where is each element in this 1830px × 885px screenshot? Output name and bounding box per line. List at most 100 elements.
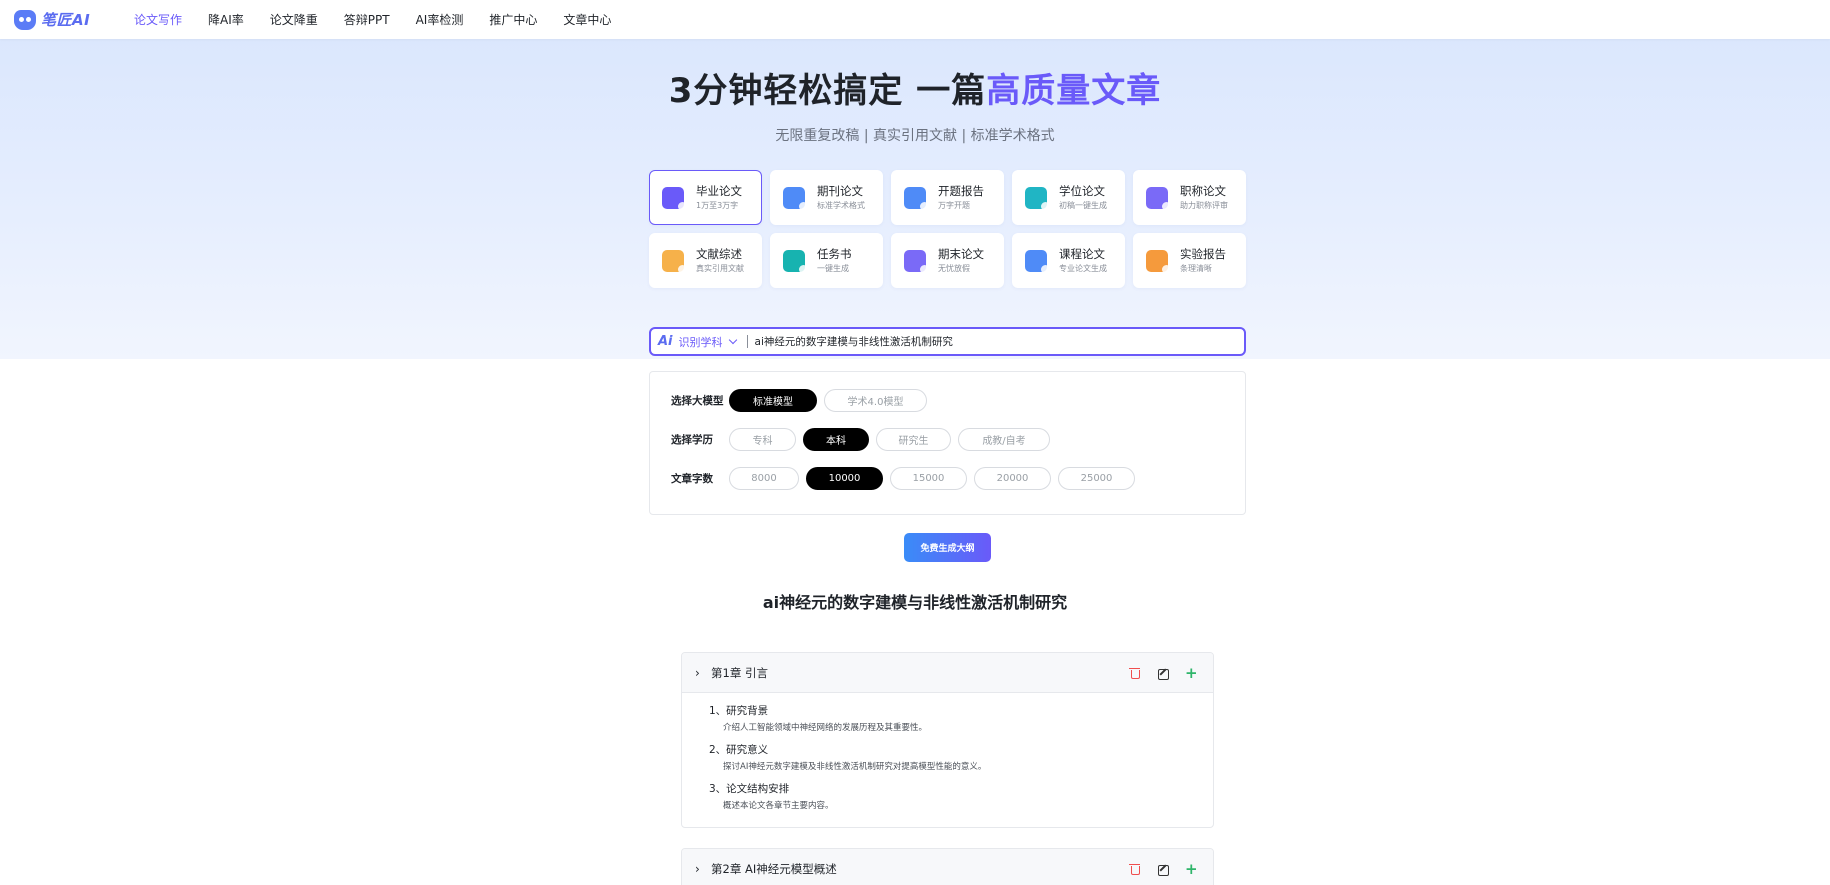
- word-count-label: 文章字数: [671, 473, 713, 485]
- paper-type-card[interactable]: 实验报告 条理清晰: [1133, 233, 1246, 288]
- hero-subtitle: 无限重复改稿 | 真实引用文献 | 标准学术格式: [775, 128, 1055, 144]
- word-count-pill-20000[interactable]: 20000: [974, 467, 1051, 490]
- section-title: 1、研究背景: [709, 705, 769, 717]
- paper-type-title: 开题报告: [938, 183, 984, 198]
- report-icon: [904, 186, 929, 211]
- education-pill-bachelor[interactable]: 本科: [803, 428, 869, 451]
- word-count-pill-15000[interactable]: 15000: [890, 467, 967, 490]
- robot-logo-icon: [14, 9, 36, 30]
- education-option-row: 选择学历 专科 本科 研究生 成教/自考: [671, 428, 1057, 451]
- chevron-down-icon[interactable]: [729, 338, 737, 346]
- lab-report-icon: [1146, 249, 1171, 274]
- section-title: 3、论文结构安排: [709, 783, 790, 795]
- word-count-pill-25000[interactable]: 25000: [1058, 467, 1135, 490]
- literature-icon: [662, 249, 687, 274]
- word-count-pill-8000[interactable]: 8000: [729, 467, 799, 490]
- model-label: 选择大模型: [671, 395, 724, 407]
- nav-item-plagiarism-reduction[interactable]: 论文降重: [270, 11, 318, 28]
- ai-badge-icon: Ai: [658, 334, 673, 349]
- paper-type-card[interactable]: 课程论文专业论文生成: [1012, 233, 1125, 288]
- education-pill-junior-college[interactable]: 专科: [729, 428, 796, 451]
- paper-type-card[interactable]: 期刊论文标准学术格式: [770, 170, 883, 225]
- paper-type-card[interactable]: 毕业论文 1万至3万字: [649, 170, 762, 225]
- chapter-title: 第2章 AI神经元模型概述: [711, 861, 837, 876]
- trash-icon[interactable]: [1129, 667, 1141, 679]
- main-nav: 论文写作 降AI率 论文降重 答辩PPT AI率检测 推广中心 文章中心: [134, 11, 637, 28]
- chapter-card: › 第2章 AI神经元模型概述 +: [681, 848, 1214, 885]
- chevron-right-icon[interactable]: ›: [695, 666, 705, 680]
- paper-type-title: 文献综述: [696, 246, 742, 261]
- paper-type-card[interactable]: 文献综述真实引用文献: [649, 233, 762, 288]
- paper-type-title: 任务书: [817, 246, 852, 261]
- paper-type-card[interactable]: 期末论文 无忧放假: [891, 233, 1004, 288]
- hero-title-main: 3分钟轻松搞定 一篇: [668, 71, 987, 111]
- topic-search-bar: Ai 识别学科: [649, 327, 1246, 356]
- section-desc: 概述本论文各章节主要内容。: [723, 801, 834, 811]
- top-nav-bar: 笔匠AI 论文写作 降AI率 论文降重 答辩PPT AI率检测 推广中心 文章中…: [0, 0, 1830, 39]
- nav-item-promotion-center[interactable]: 推广中心: [489, 11, 537, 28]
- model-pill-academic[interactable]: 学术4.0模型: [824, 389, 927, 412]
- chapter-title: 第1章 引言: [711, 665, 768, 680]
- nav-item-defense-ppt[interactable]: 答辩PPT: [344, 11, 390, 28]
- paper-type-title: 学位论文: [1059, 183, 1105, 198]
- generation-options-panel: 选择大模型 标准模型 学术4.0模型 选择学历 专科 本科 研究生 成教/自考 …: [649, 371, 1246, 515]
- chapter-header[interactable]: › 第2章 AI神经元模型概述 +: [682, 849, 1213, 885]
- course-paper-icon: [1025, 249, 1050, 274]
- paper-type-desc: 助力职称评审: [1180, 200, 1228, 210]
- nav-item-paper-writing[interactable]: 论文写作: [134, 11, 182, 28]
- trash-icon[interactable]: [1129, 863, 1141, 875]
- chapter-sections: 1、研究背景 介绍人工智能领域中神经网络的发展历程及其重要性。 2、研究意义 探…: [682, 693, 1213, 827]
- word-count-pill-10000[interactable]: 10000: [806, 467, 883, 490]
- outline-title: ai神经元的数字建模与非线性激活机制研究: [762, 593, 1068, 612]
- paper-type-desc: 1万至3万字: [696, 200, 739, 210]
- chapter-actions: +: [1113, 653, 1198, 693]
- section-desc: 探讨AI神经元数字建模及非线性激活机制研究对提高模型性能的意义。: [723, 762, 987, 772]
- nav-item-article-center[interactable]: 文章中心: [563, 11, 611, 28]
- calendar-icon: [904, 249, 929, 274]
- education-label: 选择学历: [671, 434, 713, 446]
- title-paper-icon: [1146, 186, 1171, 211]
- word-count-option-row: 文章字数 8000 10000 15000 20000 25000: [671, 467, 1142, 490]
- paper-type-card[interactable]: 学位论文初稿一键生成: [1012, 170, 1125, 225]
- model-option-row: 选择大模型 标准模型 学术4.0模型: [671, 389, 934, 412]
- edit-icon[interactable]: [1157, 667, 1169, 680]
- brand-logo[interactable]: 笔匠AI: [14, 9, 120, 30]
- paper-type-card[interactable]: 任务书 一键生成: [770, 233, 883, 288]
- education-pill-graduate[interactable]: 研究生: [876, 428, 951, 451]
- paper-type-title: 实验报告: [1180, 246, 1226, 261]
- paper-type-desc: 万字开题: [938, 200, 970, 210]
- task-book-icon: [783, 249, 808, 274]
- nav-item-reduce-ai-rate[interactable]: 降AI率: [208, 11, 244, 28]
- generate-outline-button[interactable]: 免费生成大纲: [904, 533, 991, 562]
- paper-type-desc: 无忧放假: [938, 263, 970, 273]
- hero-title-highlight: 高质量文章: [986, 71, 1162, 111]
- subject-dropdown[interactable]: 识别学科: [679, 334, 723, 350]
- paper-type-desc: 真实引用文献: [696, 263, 744, 273]
- degree-icon: [1025, 186, 1050, 211]
- education-pill-adult-education[interactable]: 成教/自考: [958, 428, 1050, 451]
- paper-type-desc: 标准学术格式: [817, 200, 865, 210]
- journal-icon: [783, 186, 808, 211]
- plus-icon[interactable]: +: [1185, 862, 1198, 877]
- chevron-right-icon[interactable]: ›: [695, 862, 705, 876]
- hero-title: 3分钟轻松搞定 一篇高质量文章: [0, 63, 1830, 112]
- chapter-actions: +: [1113, 849, 1198, 885]
- paper-type-title: 课程论文: [1059, 246, 1105, 261]
- section-title: 2、研究意义: [709, 744, 769, 756]
- paper-type-desc: 一键生成: [817, 263, 849, 273]
- paper-type-title: 期刊论文: [817, 183, 863, 198]
- paper-type-card[interactable]: 职称论文 助力职称评审: [1133, 170, 1246, 225]
- nav-item-ai-detection[interactable]: AI率检测: [416, 11, 464, 28]
- paper-type-card[interactable]: 开题报告 万字开题: [891, 170, 1004, 225]
- brand-name: 笔匠AI: [41, 11, 91, 29]
- chapter-header[interactable]: › 第1章 引言 +: [682, 653, 1213, 693]
- graduation-cap-icon: [662, 186, 687, 211]
- edit-icon[interactable]: [1157, 863, 1169, 876]
- paper-type-desc: 专业论文生成: [1059, 263, 1107, 273]
- paper-type-desc: 初稿一键生成: [1059, 200, 1107, 210]
- plus-icon[interactable]: +: [1185, 666, 1198, 681]
- model-pill-standard[interactable]: 标准模型: [729, 389, 817, 412]
- topic-input[interactable]: [754, 335, 1225, 348]
- chapter-card: › 第1章 引言 + 1、研究背景 介绍人工智能领域中神经网络的发展历程及其重要…: [681, 652, 1214, 828]
- paper-type-title: 期末论文: [938, 246, 984, 261]
